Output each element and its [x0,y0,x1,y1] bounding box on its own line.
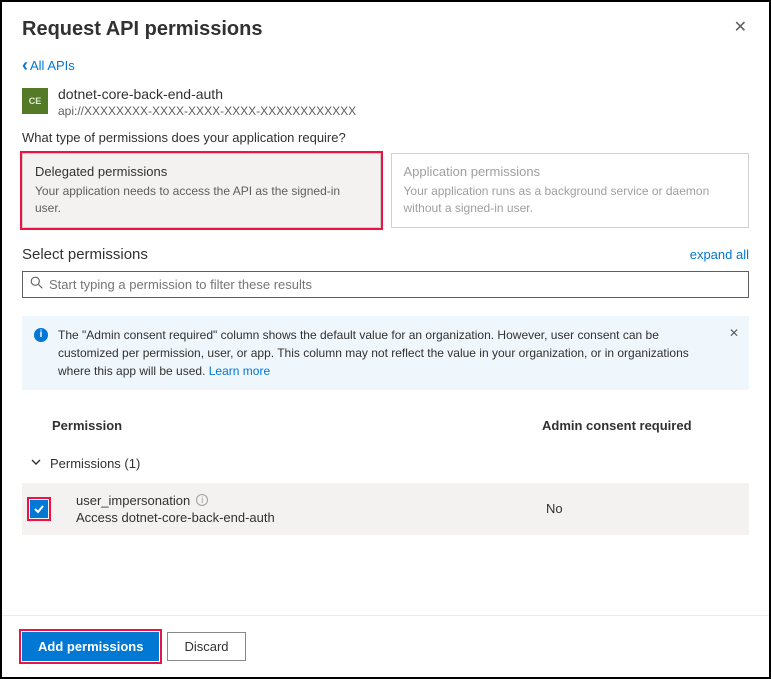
permission-admin-value: No [546,501,563,516]
application-permissions-card[interactable]: Application permissions Your application… [391,153,750,228]
info-text: The "Admin consent required" column show… [58,328,689,378]
api-identity: CE dotnet-core-back-end-auth api://XXXXX… [22,86,749,118]
column-permission: Permission [52,418,542,433]
group-label: Permissions (1) [50,456,140,471]
permissions-group-toggle[interactable]: Permissions (1) [22,444,749,483]
permission-description: Access dotnet-core-back-end-auth [76,510,546,525]
permissions-table-header: Permission Admin consent required [22,412,749,444]
dismiss-info-icon[interactable]: ✕ [729,324,739,342]
chevron-down-icon [30,456,42,471]
delegated-permissions-card[interactable]: Delegated permissions Your application n… [22,153,381,228]
api-uri: api://XXXXXXXX-XXXX-XXXX-XXXX-XXXXXXXXXX… [58,104,356,118]
add-permissions-button[interactable]: Add permissions [22,632,159,661]
api-icon: CE [22,88,48,114]
permission-name: user_impersonation [76,493,190,508]
column-admin-consent: Admin consent required [542,418,749,433]
api-name: dotnet-core-back-end-auth [58,86,356,102]
permission-search-input[interactable] [22,271,749,298]
application-desc: Your application runs as a background se… [404,183,737,217]
application-title: Application permissions [404,164,737,179]
permission-row: user_impersonation i Access dotnet-core-… [22,483,749,535]
discard-button[interactable]: Discard [167,632,245,661]
page-title: Request API permissions [22,18,262,41]
admin-consent-info: i ✕ The "Admin consent required" column … [22,316,749,390]
info-icon: i [34,328,48,342]
close-icon[interactable]: ✕ [732,18,749,38]
expand-all-link[interactable]: expand all [690,247,749,262]
back-all-apis-link[interactable]: All APIs [22,55,75,76]
permission-help-icon[interactable]: i [196,494,208,506]
learn-more-link[interactable]: Learn more [209,364,270,378]
delegated-desc: Your application needs to access the API… [35,183,368,217]
select-permissions-heading: Select permissions [22,246,148,263]
back-link-label: All APIs [30,58,75,73]
permission-checkbox[interactable] [30,500,48,518]
permission-type-question: What type of permissions does your appli… [22,130,749,145]
delegated-title: Delegated permissions [35,164,368,179]
